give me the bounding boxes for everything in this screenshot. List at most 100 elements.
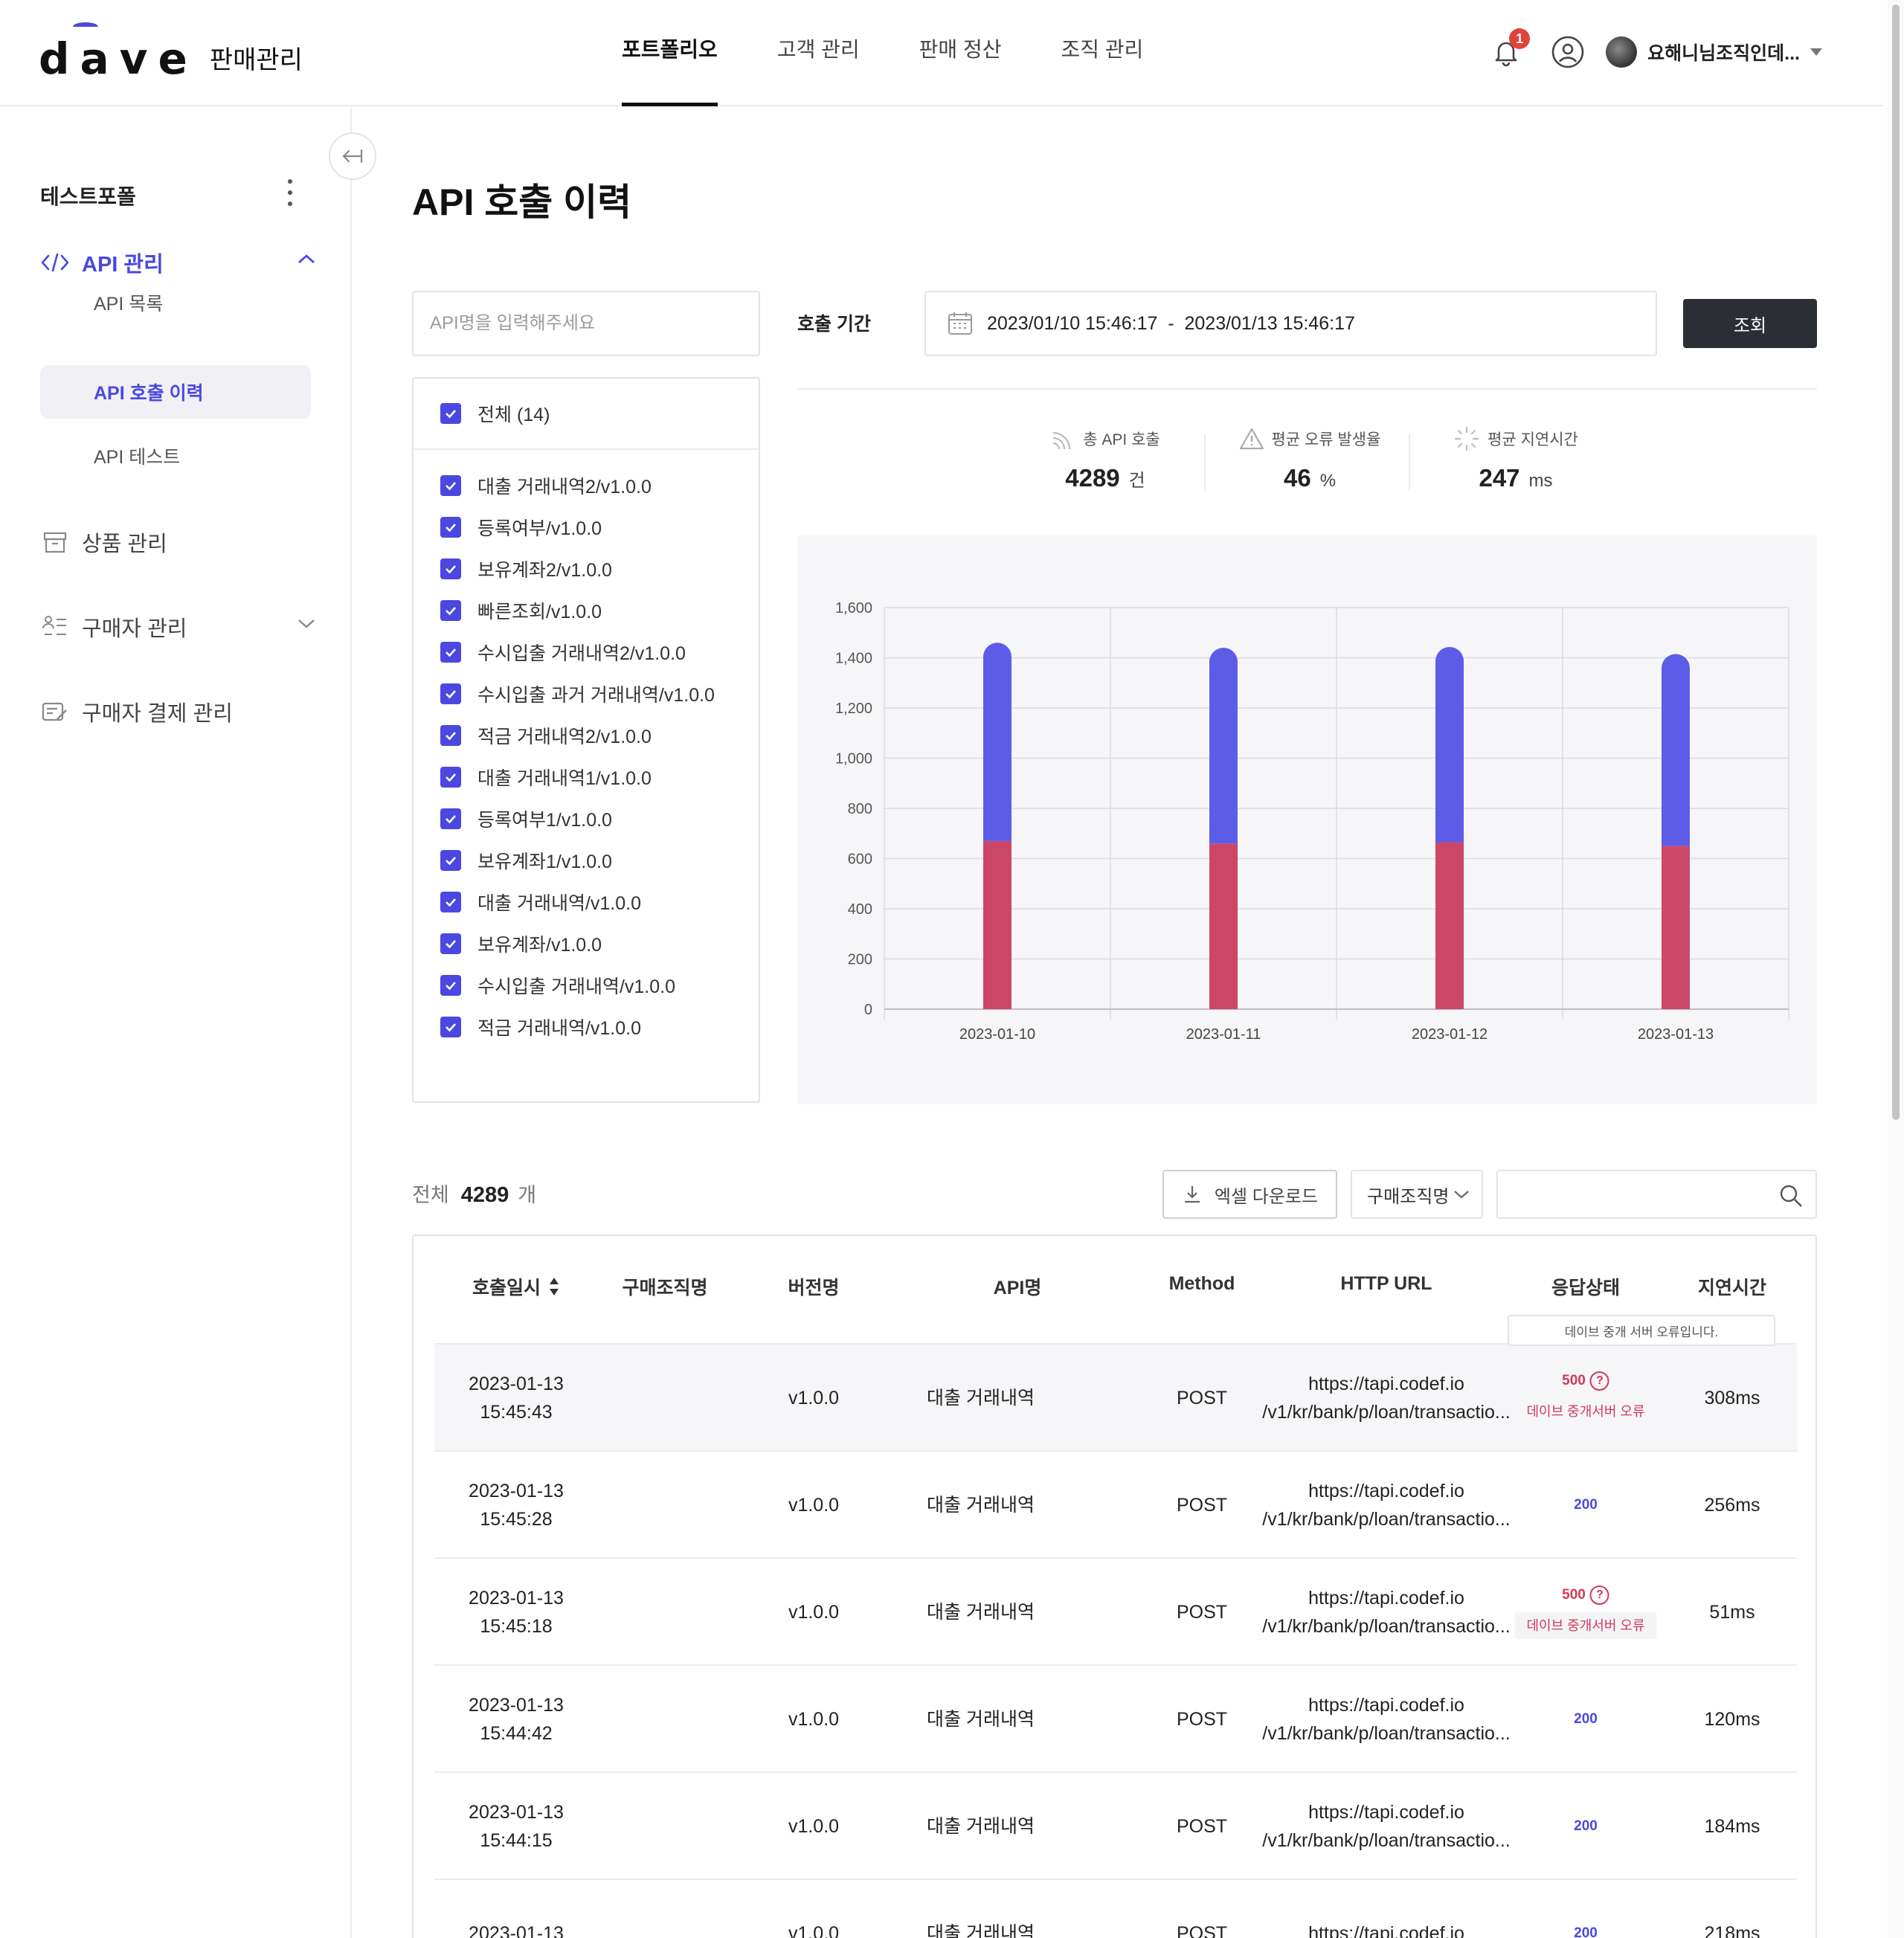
- checkbox[interactable]: [440, 1017, 461, 1037]
- search-icon[interactable]: [1778, 1183, 1804, 1208]
- checkbox[interactable]: [440, 558, 461, 579]
- checkbox[interactable]: [440, 808, 461, 829]
- user-circle-icon[interactable]: [1551, 35, 1585, 69]
- table-row[interactable]: 2023-01-13 15:45:28 v1.0.0 대출 거래내역 POST https…: [434, 1450, 1797, 1557]
- calendar-icon: [948, 312, 972, 335]
- nav-organization[interactable]: 조직 관리: [1061, 0, 1143, 106]
- avatar[interactable]: [1606, 36, 1638, 68]
- total-count: 전체 4289 개: [412, 1179, 536, 1208]
- header-call-time[interactable]: 호출일시: [472, 1273, 560, 1300]
- scrollbar-thumb[interactable]: [1892, 4, 1900, 1120]
- excel-download-button[interactable]: 엑셀 다운로드: [1162, 1170, 1337, 1219]
- cell-call-time: 2023-01-13 15:44:42: [469, 1666, 564, 1773]
- filter-row[interactable]: 수시입출 거래내역/v1.0.0: [414, 965, 759, 1006]
- filter-label: 등록여부/v1.0.0: [477, 518, 602, 539]
- filter-row[interactable]: 등록여부1/v1.0.0: [414, 798, 759, 840]
- cell-version: v1.0.0: [788, 1495, 840, 1516]
- nav-portfolio[interactable]: 포트폴리오: [622, 0, 718, 106]
- filter-row[interactable]: 수시입출 과거 거래내역/v1.0.0: [414, 673, 759, 715]
- checkbox[interactable]: [440, 975, 461, 996]
- cell-url-host: https://tapi.codef.io: [1308, 1923, 1464, 1938]
- call-history-table: 호출일시 구매조직명 버전명 API명 Method HTTP URL 응답상태…: [412, 1234, 1817, 1938]
- checkbox[interactable]: [440, 725, 461, 746]
- table-search-field[interactable]: [1496, 1170, 1817, 1219]
- cell-url-host: https://tapi.codef.io: [1308, 1481, 1464, 1501]
- sidebar-group-label: API 관리: [82, 253, 164, 277]
- filter-label: 보유계좌2/v1.0.0: [477, 560, 612, 581]
- stat-value: 46: [1283, 464, 1311, 492]
- table-search-input[interactable]: [1498, 1171, 1766, 1217]
- checkbox[interactable]: [440, 892, 461, 912]
- y-tick-label: 1,000: [835, 751, 872, 767]
- stat-error-rate: 평균 오류 발생율 46%: [1220, 424, 1399, 492]
- cell-url-path: /v1/kr/bank/p/loan/transactio...: [1262, 1402, 1511, 1423]
- search-button[interactable]: 조회: [1683, 299, 1817, 348]
- page-scrollbar[interactable]: [1888, 0, 1904, 1938]
- checkbox[interactable]: [440, 642, 461, 663]
- filter-row[interactable]: 대출 거래내역2/v1.0.0: [414, 465, 759, 506]
- chevron-down-icon[interactable]: [1810, 48, 1822, 56]
- dave-logo[interactable]: dave 판매관리: [39, 22, 303, 80]
- table-row[interactable]: 2023-01-13 v1.0.0 대출 거래내역 POST https://tapi.…: [434, 1879, 1797, 1938]
- sidebar-group-buyer-payment[interactable]: 구매자 결제 관리: [40, 689, 315, 734]
- filter-row[interactable]: 적금 거래내역/v1.0.0: [414, 1006, 759, 1048]
- date-range-picker[interactable]: 2023/01/10 15:46:17 - 2023/01/13 15:46:1…: [924, 291, 1657, 356]
- checkbox[interactable]: [440, 850, 461, 871]
- filter-all-row[interactable]: 전체 (14): [414, 379, 759, 450]
- cell-time: 15:45:43: [480, 1402, 553, 1423]
- nav-sales-settlement[interactable]: 판매 정산: [919, 0, 1002, 106]
- bar-segment: [1662, 846, 1690, 1009]
- warning-icon: [1239, 427, 1264, 451]
- checkbox[interactable]: [440, 475, 461, 496]
- y-tick-label: 1,600: [835, 600, 872, 617]
- help-circle-icon[interactable]: ?: [1589, 1586, 1609, 1605]
- cell-call-time: 2023-01-13: [469, 1880, 564, 1938]
- filter-row[interactable]: 등록여부/v1.0.0: [414, 506, 759, 548]
- sidebar-item-api-list[interactable]: API 목록: [40, 276, 311, 329]
- filter-row[interactable]: 보유계좌1/v1.0.0: [414, 840, 759, 881]
- org-name-select[interactable]: 구매조직명: [1351, 1170, 1483, 1219]
- cell-date: 2023-01-13: [469, 1923, 564, 1938]
- table-row[interactable]: 2023-01-13 15:44:15 v1.0.0 대출 거래내역 POST https…: [434, 1771, 1797, 1879]
- checkbox[interactable]: [440, 517, 461, 538]
- user-name[interactable]: 요해니님조직인데...: [1647, 39, 1800, 65]
- checkbox[interactable]: [440, 683, 461, 704]
- filter-label: 보유계좌1/v1.0.0: [477, 852, 612, 872]
- filter-label: 적금 거래내역/v1.0.0: [477, 1018, 641, 1039]
- help-circle-icon[interactable]: ?: [1589, 1371, 1609, 1391]
- chevron-up-icon[interactable]: [298, 254, 315, 264]
- sidebar-item-api-history[interactable]: API 호출 이력: [40, 365, 311, 419]
- filter-row[interactable]: 대출 거래내역/v1.0.0: [414, 881, 759, 923]
- filter-row[interactable]: 적금 거래내역2/v1.0.0: [414, 715, 759, 756]
- api-search-input[interactable]: [412, 291, 760, 356]
- sidebar-item-api-test[interactable]: API 테스트: [40, 429, 311, 483]
- checkbox[interactable]: [440, 933, 461, 954]
- filter-row[interactable]: 대출 거래내역1/v1.0.0: [414, 756, 759, 798]
- payment-edit-icon: [40, 697, 70, 727]
- filter-row[interactable]: 보유계좌2/v1.0.0: [414, 548, 759, 590]
- sidebar-group-product[interactable]: 상품 관리: [40, 520, 315, 564]
- filter-row[interactable]: 빠른조회/v1.0.0: [414, 590, 759, 631]
- sidebar-group-label: 상품 관리: [82, 532, 167, 556]
- sidebar-group-buyer[interactable]: 구매자 관리: [40, 605, 315, 649]
- filter-row[interactable]: 보유계좌/v1.0.0: [414, 923, 759, 965]
- table-row[interactable]: 2023-01-13 15:44:42 v1.0.0 대출 거래내역 POST https…: [434, 1664, 1797, 1771]
- cell-version: v1.0.0: [788, 1816, 840, 1837]
- table-row[interactable]: 2023-01-13 15:45:43 v1.0.0 대출 거래내역 POST https…: [434, 1343, 1797, 1450]
- sort-icon[interactable]: [548, 1276, 560, 1297]
- checkbox[interactable]: [440, 600, 461, 621]
- notification-button[interactable]: 1: [1488, 28, 1531, 70]
- stat-label: 총 API 호출: [1083, 431, 1160, 448]
- stat-unit: ms: [1528, 471, 1553, 491]
- nav-customer[interactable]: 고객 관리: [777, 0, 860, 106]
- table-row[interactable]: 2023-01-13 15:45:18 v1.0.0 대출 거래내역 POST https…: [434, 1557, 1797, 1664]
- cell-url: https://tapi.codef.io/v1/kr/bank/p/loan/…: [1262, 1773, 1511, 1880]
- bar-segment: [1662, 654, 1690, 846]
- checkbox[interactable]: [440, 767, 461, 788]
- checkbox-all[interactable]: [440, 403, 461, 424]
- y-tick-label: 600: [848, 852, 872, 868]
- sidebar-collapse-button[interactable]: [329, 132, 376, 180]
- filter-row[interactable]: 수시입출 거래내역2/v1.0.0: [414, 631, 759, 673]
- chevron-down-icon[interactable]: [298, 618, 315, 628]
- more-vertical-icon[interactable]: [283, 179, 298, 206]
